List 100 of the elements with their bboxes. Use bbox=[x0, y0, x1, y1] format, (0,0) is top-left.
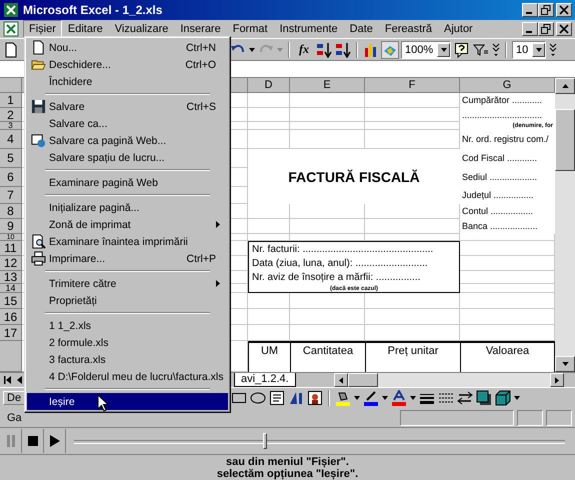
close-button[interactable] bbox=[556, 22, 572, 36]
menu-item[interactable]: Deschidere... Ctrl+O bbox=[27, 56, 228, 73]
menu-item[interactable]: 2 formule.xls bbox=[27, 334, 228, 351]
close-button[interactable] bbox=[556, 3, 572, 17]
column-header[interactable]: D bbox=[248, 78, 290, 93]
horizontal-scrollbar[interactable] bbox=[334, 373, 564, 387]
scroll-up-icon[interactable] bbox=[562, 84, 568, 88]
font-color-icon[interactable] bbox=[391, 390, 408, 406]
oval-icon[interactable] bbox=[250, 390, 266, 406]
pause-icon bbox=[6, 435, 16, 447]
menu-item[interactable]: Salvare ca pagină Web... bbox=[27, 132, 228, 149]
sort-ascending-icon[interactable] bbox=[316, 42, 332, 58]
menu-item[interactable]: Nou... Ctrl+N bbox=[27, 39, 228, 56]
minimize-button[interactable] bbox=[522, 22, 538, 36]
3d-icon[interactable] bbox=[495, 390, 512, 406]
table-header-cell: UM bbox=[248, 341, 290, 372]
menu-item[interactable]: 4 D:\Folderul meu de lucru\factura.xls bbox=[27, 368, 228, 385]
clip-art-icon[interactable] bbox=[307, 390, 324, 406]
row-header[interactable]: 15 bbox=[0, 293, 22, 309]
menu-item[interactable]: Trimitere către bbox=[27, 275, 228, 292]
row-header[interactable]: 5 bbox=[0, 149, 22, 168]
invoice-field-label: Nr. aviz de însoțire a mărfii: ................ bbox=[252, 271, 422, 285]
row-header[interactable]: 1 bbox=[0, 93, 22, 108]
row-header[interactable]: 3 bbox=[0, 122, 22, 130]
slider-thumb[interactable] bbox=[263, 433, 268, 449]
new-document-icon bbox=[30, 40, 46, 55]
menu-item[interactable]: Salvare ca... bbox=[27, 115, 228, 132]
map-icon[interactable] bbox=[382, 42, 398, 58]
scroll-left-icon[interactable] bbox=[338, 376, 343, 384]
row-header[interactable]: 12 bbox=[0, 256, 22, 271]
column-header[interactable]: G bbox=[460, 78, 555, 93]
previous-sheet-icon[interactable] bbox=[16, 376, 24, 384]
menu-item[interactable]: Inițializare pagină... bbox=[27, 199, 228, 216]
scrollbar-thumb[interactable] bbox=[555, 109, 575, 171]
restore-button[interactable] bbox=[538, 22, 554, 36]
caret-icon[interactable] bbox=[382, 396, 388, 400]
row-header[interactable]: 8 bbox=[0, 204, 22, 219]
table-header-cell: Cantitatea bbox=[290, 341, 365, 372]
row-header[interactable]: 17 bbox=[0, 325, 22, 341]
caret-icon[interactable] bbox=[514, 396, 520, 400]
row-header[interactable]: 13 bbox=[0, 271, 22, 284]
shadow-icon[interactable] bbox=[476, 390, 492, 406]
menu-item[interactable]: Examinare pagină Web bbox=[27, 174, 228, 191]
invoice-field-label: Nr. facturii: ............................................... bbox=[252, 243, 434, 257]
row-header[interactable]: 2 bbox=[0, 108, 22, 122]
menu-item[interactable]: 3 factura.xls bbox=[27, 351, 228, 368]
table-cell-text: Cod Fiscal ............ bbox=[461, 152, 538, 165]
line-color-icon[interactable] bbox=[363, 390, 380, 406]
row-header[interactable]: 7 bbox=[0, 187, 22, 204]
word-art-icon[interactable] bbox=[288, 390, 304, 406]
menu-item[interactable]: 1 1_2.xls bbox=[27, 317, 228, 334]
menu-item[interactable]: Imprimare... Ctrl+P bbox=[27, 250, 228, 267]
font-size-dropdown[interactable]: 10 bbox=[512, 40, 546, 58]
minimize-icon bbox=[526, 12, 532, 14]
zoom-dropdown[interactable]: 100% bbox=[401, 40, 451, 58]
new-document-icon[interactable] bbox=[3, 42, 19, 58]
minimize-button[interactable] bbox=[522, 3, 538, 17]
minimize-icon bbox=[526, 31, 532, 33]
fill-color-icon[interactable] bbox=[335, 390, 352, 406]
caret-icon[interactable] bbox=[249, 48, 255, 52]
menu-item[interactable]: Salvare Ctrl+S bbox=[27, 98, 228, 115]
menu-item[interactable]: Salvare spațiu de lucru... bbox=[27, 149, 228, 166]
scrollbar-thumb[interactable] bbox=[348, 373, 378, 387]
rectangle-icon[interactable] bbox=[231, 390, 248, 406]
printer-icon bbox=[30, 251, 46, 266]
close-icon bbox=[559, 24, 569, 34]
caret-icon[interactable] bbox=[410, 396, 416, 400]
row-header[interactable]: 9 bbox=[0, 219, 22, 234]
table-cell-text: Banca ................... bbox=[461, 220, 539, 233]
scroll-down-icon[interactable] bbox=[562, 362, 568, 366]
filter-icon[interactable] bbox=[473, 42, 489, 58]
arrow-style-icon[interactable] bbox=[457, 390, 474, 406]
row-header[interactable]: 6 bbox=[0, 168, 22, 187]
caret-icon[interactable] bbox=[354, 396, 360, 400]
menu-item[interactable]: Ieșire bbox=[27, 393, 228, 410]
first-sheet-icon[interactable] bbox=[4, 376, 12, 384]
restore-button[interactable] bbox=[538, 3, 554, 17]
vertical-scrollbar[interactable] bbox=[555, 78, 575, 372]
chevron-icon[interactable] bbox=[549, 42, 557, 56]
sheet-tab[interactable]: avi_1.2.4. bbox=[234, 373, 296, 387]
row-header[interactable]: 14 bbox=[0, 284, 22, 293]
sort-descending-icon[interactable] bbox=[335, 42, 351, 58]
row-header[interactable]: 4 bbox=[0, 130, 22, 149]
row-header[interactable]: 11 bbox=[0, 241, 22, 256]
table-cell-text: Nr. ord. registru com./ bbox=[461, 133, 550, 146]
row-header[interactable]: 16 bbox=[0, 309, 22, 325]
help-icon[interactable] bbox=[454, 42, 470, 58]
menu-item[interactable]: Zonă de imprimat bbox=[27, 216, 228, 233]
window-title: Microsoft Excel - 1_2.xls bbox=[23, 3, 162, 17]
menu-item[interactable]: Închidere bbox=[27, 73, 228, 90]
chart-icon[interactable] bbox=[363, 42, 379, 58]
column-header[interactable]: F bbox=[365, 78, 460, 93]
scroll-right-icon[interactable] bbox=[554, 376, 559, 384]
invoice-field-label: Data (ziua, luna, anul): .......................... bbox=[252, 257, 429, 271]
text-box-icon[interactable] bbox=[269, 390, 286, 406]
menu-item[interactable]: Examinare înaintea imprimării bbox=[27, 233, 228, 250]
column-header[interactable]: E bbox=[290, 78, 365, 93]
restore-icon bbox=[541, 24, 551, 34]
menu-item[interactable]: Proprietăți bbox=[27, 292, 228, 309]
chevron-icon[interactable] bbox=[492, 42, 500, 56]
